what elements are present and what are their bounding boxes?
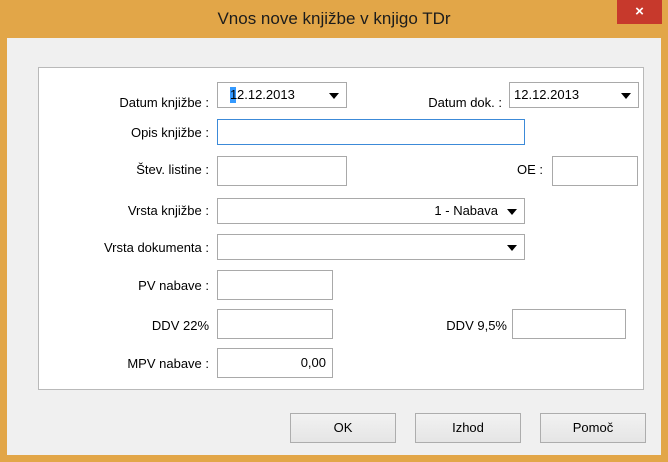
chevron-down-icon[interactable]	[616, 83, 634, 107]
pomoc-button[interactable]: Pomoč	[540, 413, 646, 443]
ddv95-input[interactable]	[512, 309, 626, 339]
ok-button[interactable]: OK	[290, 413, 396, 443]
vrsta-dokumenta-label: Vrsta dokumenta :	[103, 240, 209, 255]
opis-knjizbe-input[interactable]	[217, 119, 525, 145]
vrsta-knjizbe-value: 1 - Nabava	[434, 203, 498, 218]
datum-dok-value: 12.12.2013	[514, 87, 580, 102]
pv-nabave-input[interactable]	[217, 270, 333, 300]
pv-nabave-label: PV nabave :	[138, 278, 209, 293]
dialog-client-area: Datum knjižbe : 1 2.12.2013 Datum dok. :…	[7, 38, 661, 455]
ddv95-label: DDV 9,5%	[446, 318, 507, 333]
dialog-window: Vnos nove knjižbe v knjigo TDr × Datum k…	[0, 0, 668, 462]
window-title: Vnos nove knjižbe v knjigo TDr	[217, 9, 451, 28]
izhod-button[interactable]: Izhod	[415, 413, 521, 443]
close-icon: ×	[635, 3, 644, 20]
chevron-down-icon[interactable]	[324, 83, 342, 107]
ddv22-input[interactable]	[217, 309, 333, 339]
opis-knjizbe-label: Opis knjižbe :	[130, 125, 209, 140]
mpv-nabave-label: MPV nabave :	[127, 356, 209, 371]
ddv22-label: DDV 22%	[151, 318, 209, 333]
close-button[interactable]: ×	[617, 0, 662, 24]
datum-knjizbe-value: 2.12.2013	[237, 87, 295, 102]
datum-knjizbe-picker[interactable]: 1 2.12.2013	[217, 82, 347, 108]
title-bar[interactable]: Vnos nove knjižbe v knjigo TDr ×	[0, 0, 668, 38]
mpv-nabave-value: 0,00	[300, 355, 326, 370]
stev-listine-label: Štev. listine :	[136, 162, 209, 177]
vrsta-dokumenta-select[interactable]	[217, 234, 525, 260]
datum-dok-label: Datum dok. :	[428, 95, 502, 110]
vrsta-knjizbe-select[interactable]: 1 - Nabava	[217, 198, 525, 224]
stev-listine-input[interactable]	[217, 156, 347, 186]
datum-dok-picker[interactable]: 12.12.2013	[509, 82, 639, 108]
chevron-down-icon[interactable]	[502, 199, 520, 223]
chevron-down-icon[interactable]	[502, 235, 520, 259]
oe-label: OE :	[516, 162, 543, 177]
form-group: Datum knjižbe : 1 2.12.2013 Datum dok. :…	[38, 67, 644, 390]
datum-knjizbe-label: Datum knjižbe :	[119, 95, 209, 110]
mpv-nabave-input[interactable]: 0,00	[217, 348, 333, 378]
vrsta-knjizbe-label: Vrsta knjižbe :	[127, 203, 209, 218]
oe-input[interactable]	[552, 156, 638, 186]
